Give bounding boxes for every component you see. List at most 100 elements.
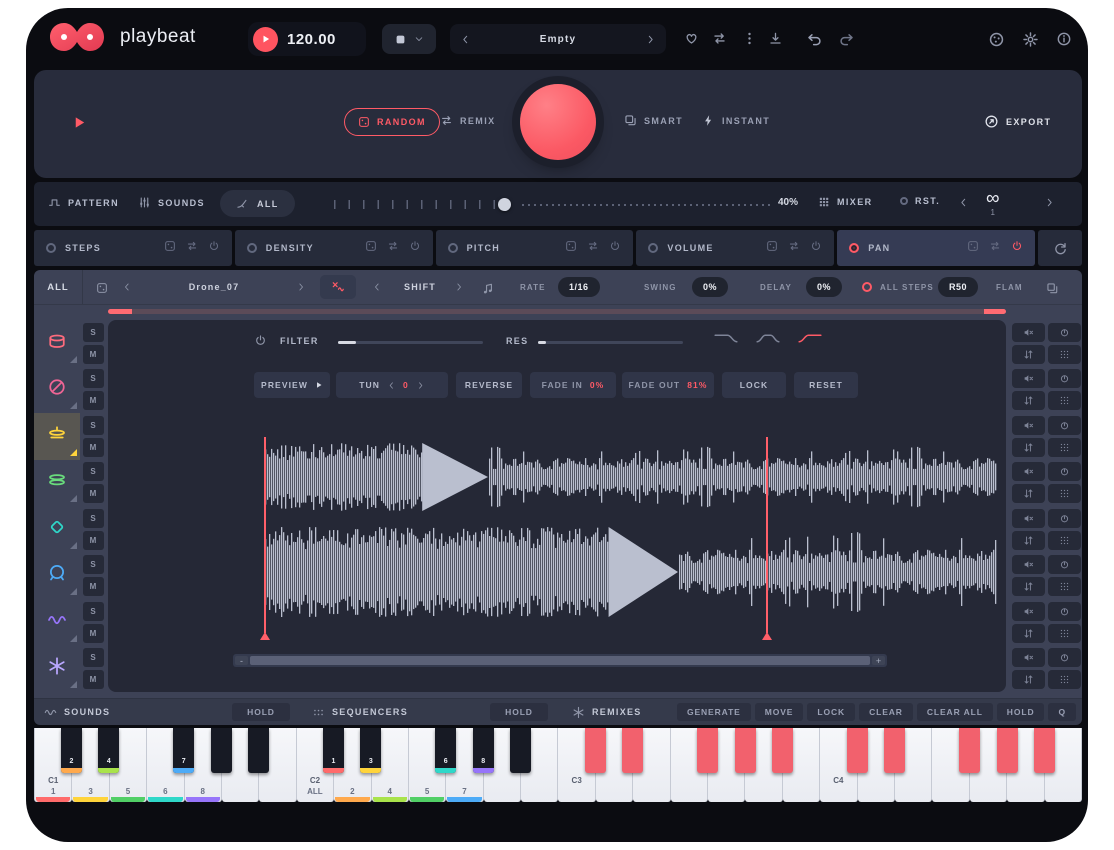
shift-left-button[interactable] xyxy=(372,282,382,292)
swap-button[interactable] xyxy=(1012,531,1045,550)
bpm-value[interactable]: 120.00 xyxy=(287,31,336,48)
dice-icon[interactable] xyxy=(766,239,778,257)
tab-radio[interactable] xyxy=(849,243,859,253)
key-black-18[interactable] xyxy=(959,728,980,773)
random-amount-value[interactable]: R50 xyxy=(938,277,978,297)
dice-icon[interactable] xyxy=(96,282,108,294)
all-lane-button[interactable]: ALL xyxy=(34,270,83,304)
swap-button[interactable] xyxy=(1012,438,1045,457)
tab-pan[interactable]: PAN xyxy=(837,230,1035,266)
tab-radio[interactable] xyxy=(247,243,257,253)
zoom-scrollbar[interactable]: - + xyxy=(233,654,887,667)
mute-button[interactable]: M xyxy=(83,624,104,643)
waveform[interactable] xyxy=(108,420,1006,652)
preset-next-button[interactable] xyxy=(645,34,656,45)
tab-radio[interactable] xyxy=(46,243,56,253)
key-black-17[interactable] xyxy=(884,728,905,773)
sample-prev-button[interactable] xyxy=(122,282,132,292)
sample-mute-button[interactable] xyxy=(1012,555,1045,574)
tab-pattern[interactable]: PATTERN xyxy=(48,196,119,209)
zoom-in-button[interactable]: + xyxy=(872,656,885,665)
solo-button[interactable]: S xyxy=(83,555,104,574)
mute-button[interactable]: M xyxy=(83,391,104,410)
key-black-8[interactable]: 6 xyxy=(435,728,456,773)
sequencers-hold-button[interactable]: HOLD xyxy=(490,703,548,721)
key-black-19[interactable] xyxy=(997,728,1018,773)
link-mode-button[interactable] xyxy=(382,24,436,54)
key-black-4[interactable] xyxy=(211,728,232,773)
sample-mute-button[interactable] xyxy=(1012,509,1045,528)
pan-knob[interactable] xyxy=(1048,602,1081,621)
move-button[interactable]: MOVE xyxy=(755,703,804,721)
complexity-slider[interactable] xyxy=(334,196,770,212)
reverse-button[interactable]: REVERSE xyxy=(456,372,522,398)
tune-control[interactable]: TUN 0 xyxy=(336,372,448,398)
solo-button[interactable]: S xyxy=(83,509,104,528)
key-black-14[interactable] xyxy=(735,728,756,773)
pan-knob[interactable] xyxy=(1048,509,1081,528)
undo-button[interactable] xyxy=(806,31,823,48)
sound-slot-1[interactable] xyxy=(34,320,80,367)
info-button[interactable] xyxy=(1056,31,1072,47)
pattern-next-button[interactable] xyxy=(1044,197,1055,208)
swap-button[interactable] xyxy=(1012,624,1045,643)
tune-up-button[interactable] xyxy=(416,381,425,390)
sample-mute-button[interactable] xyxy=(1012,602,1045,621)
key-black-15[interactable] xyxy=(772,728,793,773)
swing-value[interactable]: 0% xyxy=(692,277,728,297)
power-icon[interactable] xyxy=(609,239,621,257)
pan-knob[interactable] xyxy=(1048,323,1081,342)
power-icon[interactable] xyxy=(1011,239,1023,257)
tab-steps[interactable]: STEPS xyxy=(34,230,232,266)
delay-value[interactable]: 0% xyxy=(806,277,842,297)
sample-name[interactable]: Drone_07 xyxy=(144,282,284,292)
mute-button[interactable]: M xyxy=(83,531,104,550)
grid-dots-button[interactable] xyxy=(1048,531,1081,550)
clear-all-button[interactable]: CLEAR ALL xyxy=(917,703,993,721)
favorite-button[interactable] xyxy=(684,31,699,46)
sound-slot-3[interactable] xyxy=(34,413,80,460)
dice-icon[interactable] xyxy=(365,239,377,257)
key-black-9[interactable]: 8 xyxy=(473,728,494,773)
dice-icon[interactable] xyxy=(164,239,176,257)
sample-mute-button[interactable] xyxy=(1012,462,1045,481)
pattern-prev-button[interactable] xyxy=(958,197,969,208)
grid-dots-button[interactable] xyxy=(1048,438,1081,457)
save-preset-button[interactable] xyxy=(768,31,783,46)
power-icon[interactable] xyxy=(409,239,421,257)
solo-button[interactable]: S xyxy=(83,323,104,342)
compare-button[interactable] xyxy=(712,31,727,46)
tab-density[interactable]: DENSITY xyxy=(235,230,433,266)
highpass-filter-icon[interactable] xyxy=(798,332,822,345)
key-black-6[interactable]: 1 xyxy=(323,728,344,773)
sample-mute-button[interactable] xyxy=(1012,323,1045,342)
random-mode-button[interactable]: RANDOM xyxy=(344,108,440,136)
grid-dots-button[interactable] xyxy=(1048,577,1081,596)
preset-name[interactable]: Empty xyxy=(540,34,577,45)
solo-button[interactable]: S xyxy=(83,602,104,621)
key-black-5[interactable] xyxy=(248,728,269,773)
tab-volume[interactable]: VOLUME xyxy=(636,230,834,266)
sound-slot-8[interactable] xyxy=(34,646,80,693)
key-black-11[interactable] xyxy=(585,728,606,773)
instant-mode-button[interactable]: INSTANT xyxy=(702,114,770,127)
all-lanes-button[interactable]: ALL xyxy=(220,190,295,217)
globe-button[interactable] xyxy=(988,31,1005,48)
grid-dots-button[interactable] xyxy=(1048,670,1081,689)
sync-lanes-button[interactable] xyxy=(1038,230,1082,266)
play-button[interactable] xyxy=(253,27,278,52)
grid-dots-button[interactable] xyxy=(1048,484,1081,503)
all-steps-radio[interactable] xyxy=(862,282,872,292)
clear-button[interactable]: CLEAR xyxy=(859,703,913,721)
preview-button[interactable]: PREVIEW xyxy=(254,372,330,398)
power-icon[interactable] xyxy=(208,239,220,257)
loop-icon[interactable] xyxy=(587,239,599,257)
sound-slot-7[interactable] xyxy=(34,599,80,646)
remix-mode-button[interactable]: REMIX xyxy=(440,114,496,127)
key-black-1[interactable]: 2 xyxy=(61,728,82,773)
filter-slider[interactable] xyxy=(338,341,483,344)
swap-button[interactable] xyxy=(1012,484,1045,503)
solo-button[interactable]: S xyxy=(83,369,104,388)
res-slider[interactable] xyxy=(538,341,683,344)
key-black-13[interactable] xyxy=(697,728,718,773)
